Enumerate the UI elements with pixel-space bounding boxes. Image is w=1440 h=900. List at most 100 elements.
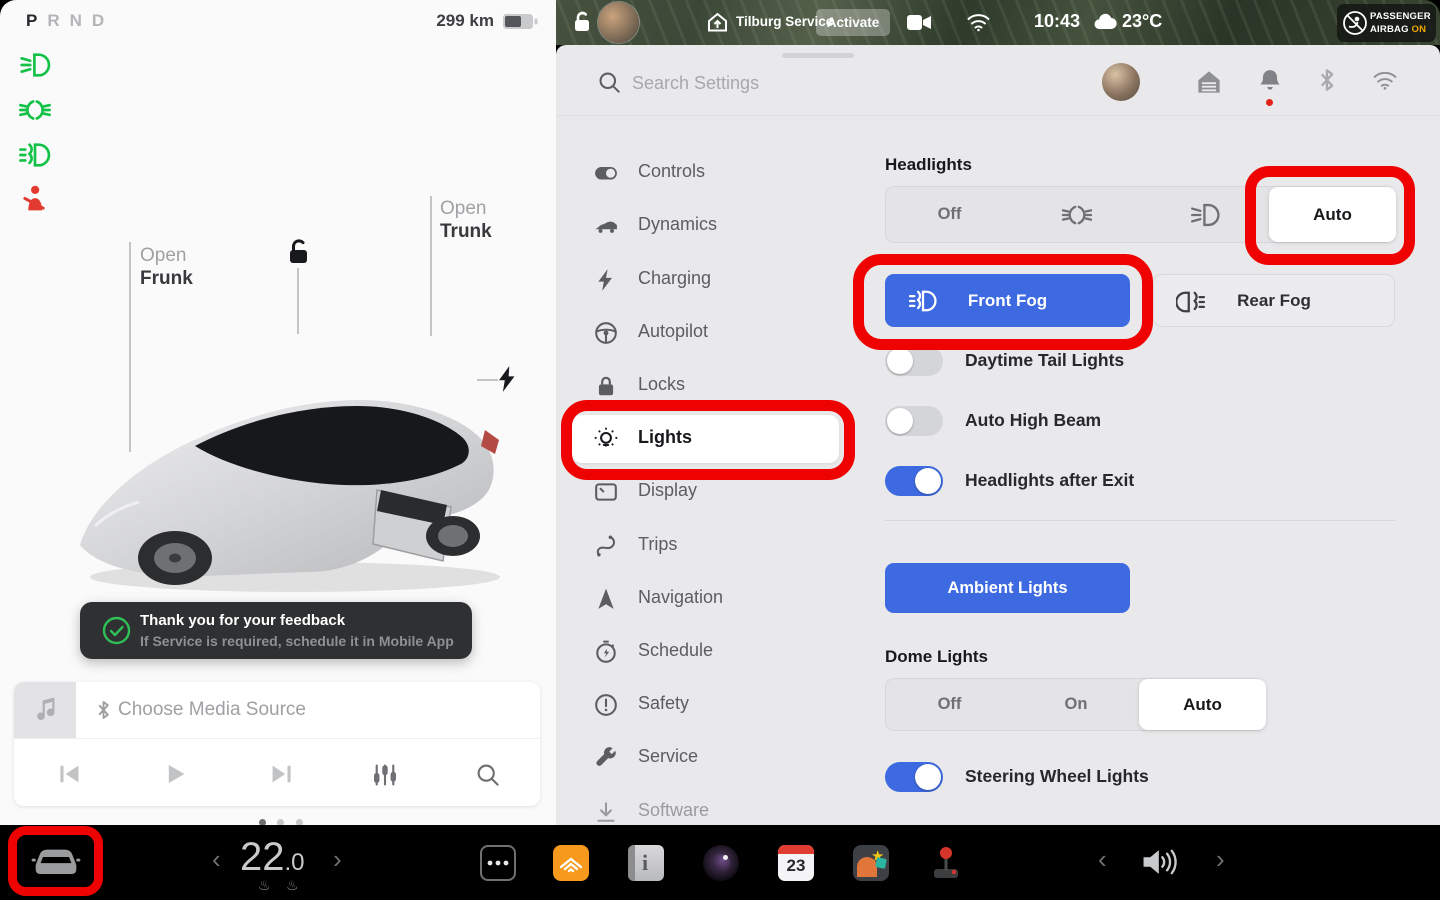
headlights-segmented-control: Off Auto: [885, 186, 1395, 243]
clock: 10:43: [1034, 11, 1080, 32]
camera-app-icon[interactable]: [703, 845, 739, 881]
auto-high-beam-toggle[interactable]: [885, 406, 943, 436]
check-circle-icon: [102, 616, 131, 650]
next-track-icon[interactable]: [269, 763, 293, 790]
toybox-app-icon[interactable]: ★: [853, 845, 889, 881]
wifi-status-icon[interactable]: [966, 12, 991, 37]
media-divider: [14, 738, 540, 739]
sidebar-item-charging[interactable]: Charging: [572, 256, 839, 304]
car-app-icon[interactable]: [30, 841, 82, 886]
headlights-off-option[interactable]: Off: [886, 187, 1013, 242]
previous-track-icon[interactable]: [58, 763, 82, 790]
toast-subtitle: If Service is required, schedule it in M…: [140, 633, 454, 649]
activate-button[interactable]: Activate: [816, 9, 890, 36]
section-divider: [885, 520, 1395, 521]
play-icon[interactable]: [164, 763, 188, 790]
headlights-after-exit-toggle[interactable]: [885, 466, 943, 496]
headlights-on-option[interactable]: [1141, 187, 1269, 242]
route-icon: [594, 534, 618, 558]
temp-increase-chevron[interactable]: ›: [333, 844, 342, 875]
seatbelt-warning-icon: [18, 184, 52, 214]
front-fog-button[interactable]: Front Fog: [885, 274, 1130, 327]
calendar-app-icon[interactable]: 23: [778, 845, 814, 881]
homelink-garage-icon[interactable]: [1196, 69, 1222, 100]
car-3d-view[interactable]: [55, 330, 530, 595]
dome-lights-segmented-control: Off On Auto: [885, 678, 1265, 731]
seat-heater-right-icon[interactable]: ♨: [286, 877, 299, 894]
top-status-bar: Tilburg Service Activate 10:43 23°C PASS…: [556, 0, 1440, 45]
taskbar: ‹ 22.0 › ♨ ♨ i 23 ★ ‹: [0, 825, 1440, 900]
dome-off-option[interactable]: Off: [886, 679, 1013, 730]
sidebar-item-display[interactable]: Display: [572, 468, 839, 516]
toast-title: Thank you for your feedback: [140, 612, 345, 629]
media-source-label[interactable]: Choose Media Source: [118, 699, 306, 721]
dashcam-icon[interactable]: [906, 13, 932, 37]
cabin-temperature[interactable]: 22.0: [240, 835, 305, 880]
sidebar-item-schedule[interactable]: Schedule: [572, 628, 839, 676]
contacts-app-icon[interactable]: i: [628, 845, 664, 881]
sidebar-item-autopilot[interactable]: Autopilot: [572, 309, 839, 357]
arcade-app-icon[interactable]: [928, 845, 964, 881]
open-trunk-label[interactable]: Open Trunk: [440, 197, 492, 243]
daytime-tail-lights-toggle[interactable]: [885, 346, 943, 376]
sidebar-item-trips[interactable]: Trips: [572, 522, 839, 570]
header-divider: [556, 115, 1440, 116]
volume-down-chevron[interactable]: ‹: [1098, 844, 1107, 875]
airbag-icon: [1342, 10, 1368, 41]
headlights-parking-option[interactable]: [1013, 187, 1141, 242]
charge-port-icon[interactable]: [499, 366, 517, 397]
sidebar-item-dynamics[interactable]: Dynamics: [572, 202, 839, 250]
sidebar-item-controls[interactable]: Controls: [572, 149, 839, 197]
gear-d: D: [92, 11, 106, 30]
unlock-icon[interactable]: [281, 238, 311, 271]
audible-app-icon[interactable]: [553, 845, 589, 881]
open-frunk-label[interactable]: Open Frunk: [140, 244, 193, 290]
equalizer-icon[interactable]: [372, 763, 398, 792]
sidebar-item-locks[interactable]: Locks: [572, 362, 839, 410]
bluetooth-status-icon[interactable]: [1318, 67, 1336, 98]
media-player: Choose Media Source: [14, 682, 540, 806]
daytime-tail-lights-label: Daytime Tail Lights: [965, 350, 1124, 371]
dome-auto-option[interactable]: Auto: [1139, 679, 1266, 730]
app-launcher-icon[interactable]: [480, 845, 516, 881]
ambient-lights-button[interactable]: Ambient Lights: [885, 563, 1130, 613]
dome-on-option[interactable]: On: [1013, 679, 1139, 730]
trunk-callout-line: [430, 196, 432, 336]
gear-indicator: PRND: [26, 11, 114, 31]
temp-decrease-chevron[interactable]: ‹: [212, 844, 221, 875]
seat-heater-left-icon[interactable]: ♨: [258, 877, 271, 894]
media-search-icon[interactable]: [476, 763, 500, 792]
frunk-callout-line: [129, 242, 131, 452]
battery-range: 299 km: [436, 11, 494, 31]
gear-p: P: [26, 11, 39, 30]
album-art-placeholder[interactable]: [14, 682, 76, 738]
airbag-on-state: ON: [1412, 24, 1427, 35]
notifications-bell-icon[interactable]: [1258, 68, 1282, 99]
home-service-icon: [706, 11, 729, 39]
volume-up-chevron[interactable]: ›: [1216, 844, 1225, 875]
navigation-arrow-icon: [594, 587, 618, 611]
steering-wheel-lights-toggle[interactable]: [885, 762, 943, 792]
volume-icon[interactable]: [1140, 845, 1180, 884]
vehicle-unlocked-icon[interactable]: [569, 11, 593, 39]
feedback-toast: Thank you for your feedback If Service i…: [80, 602, 472, 659]
driver-profile-avatar[interactable]: [598, 2, 639, 43]
front-fog-icon: [907, 288, 939, 314]
wifi-settings-icon[interactable]: [1372, 69, 1398, 96]
wrench-icon: [594, 746, 618, 770]
rear-fog-icon: [1176, 289, 1208, 315]
chargeport-callout-line: [477, 379, 498, 381]
drag-handle[interactable]: [782, 53, 854, 58]
sidebar-item-safety[interactable]: Safety: [572, 681, 839, 729]
car-icon: [594, 214, 618, 238]
sidebar-item-service[interactable]: Service: [572, 734, 839, 782]
sidebar-item-navigation[interactable]: Navigation: [572, 575, 839, 623]
search-input[interactable]: [630, 67, 990, 99]
settings-panel: Controls Dynamics Charging Autopilot Loc…: [556, 45, 1440, 825]
rear-fog-button[interactable]: Rear Fog: [1153, 274, 1395, 327]
headlights-auto-option[interactable]: Auto: [1269, 187, 1396, 242]
airbag-text: PASSENGER AIRBAG ON: [1370, 10, 1431, 36]
profile-avatar[interactable]: [1102, 63, 1140, 101]
sidebar-item-lights[interactable]: Lights: [572, 415, 839, 463]
music-note-icon: [34, 697, 56, 723]
